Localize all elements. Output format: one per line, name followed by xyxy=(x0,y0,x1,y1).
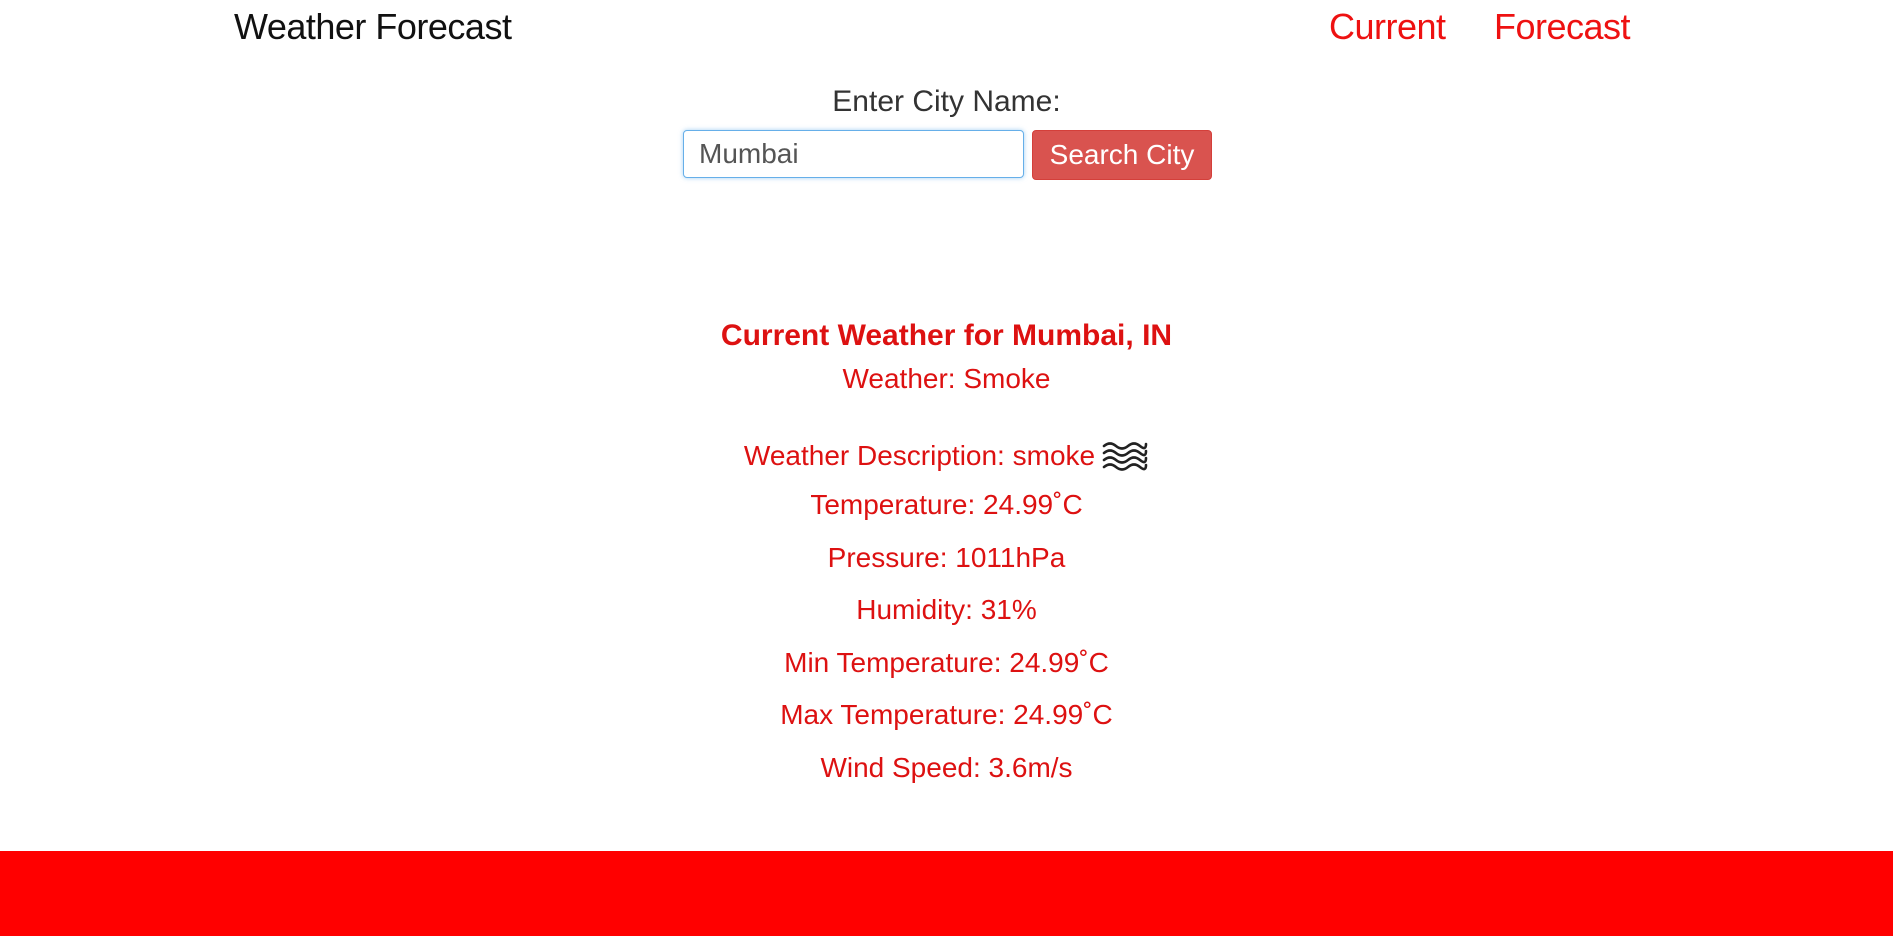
weather-min-temperature: Min Temperature: 24.99˚C xyxy=(784,646,1109,678)
brand-title[interactable]: Weather Forecast xyxy=(234,6,512,48)
page: Weather Forecast Current Forecast Enter … xyxy=(0,0,1893,936)
current-weather-panel: Current Weather for Mumbai, IN Weather: … xyxy=(0,318,1893,803)
search-form: Enter City Name: Search City xyxy=(0,82,1893,180)
footer xyxy=(0,851,1893,936)
weather-pressure: Pressure: 1011hPa xyxy=(827,541,1066,573)
weather-main: Weather: Smoke xyxy=(842,363,1051,394)
nav-link-forecast[interactable]: Forecast xyxy=(1494,6,1631,48)
weather-title: Current Weather for Mumbai, IN xyxy=(720,319,1173,352)
weather-temperature: Temperature: 24.99˚C xyxy=(810,489,1083,520)
smoke-icon xyxy=(1101,439,1149,473)
weather-max-temperature: Max Temperature: 24.99˚C xyxy=(780,699,1113,730)
search-row: Search City xyxy=(683,130,1213,182)
search-city-button[interactable]: Search City xyxy=(1032,130,1212,180)
weather-humidity: Humidity: 31% xyxy=(856,594,1037,625)
weather-description: Weather Description: smoke xyxy=(743,440,1096,471)
navbar: Weather Forecast Current Forecast xyxy=(0,0,1893,60)
weather-wind-speed: Wind Speed: 3.6m/s xyxy=(820,751,1073,783)
weather-description-row: Weather Description: smoke xyxy=(0,424,1893,488)
nav-link-current[interactable]: Current xyxy=(1329,6,1446,48)
city-search-input[interactable] xyxy=(683,130,1024,178)
city-name-label: Enter City Name: xyxy=(832,85,1061,118)
